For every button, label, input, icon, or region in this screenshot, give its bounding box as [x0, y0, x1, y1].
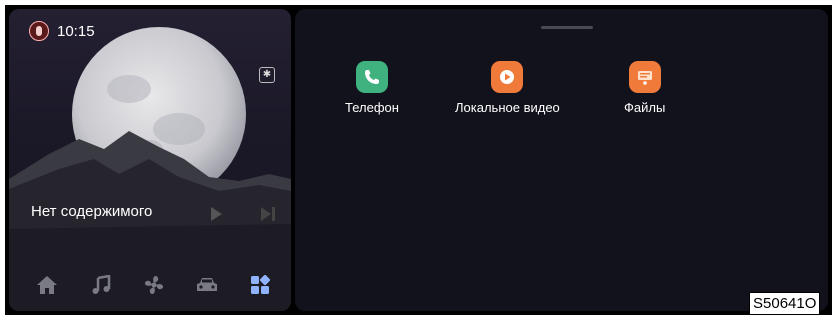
app-label: Телефон: [345, 100, 399, 115]
fan-icon: [144, 275, 164, 295]
app-local-video[interactable]: Локальное видео: [455, 61, 560, 115]
media-title: Нет содержимого: [31, 203, 153, 220]
play-button[interactable]: [211, 207, 222, 221]
bluetooth-icon: ✱: [259, 67, 275, 83]
dock-vehicle-button[interactable]: [195, 273, 219, 297]
app-phone[interactable]: Телефон: [345, 61, 399, 115]
app-label: Локальное видео: [455, 100, 560, 115]
moon-mountain-wallpaper: [9, 27, 291, 311]
dock-climate-button[interactable]: [142, 273, 166, 297]
music-icon: [92, 275, 111, 294]
dock-music-button[interactable]: [89, 273, 113, 297]
clock: 10:15: [57, 22, 95, 40]
dock-apps-button[interactable]: [248, 273, 272, 297]
app-launcher-panel: Телефон Локальное видео Файлы: [295, 9, 828, 311]
next-track-button[interactable]: [261, 207, 277, 221]
brand-logo-icon: [29, 21, 49, 41]
left-media-panel: 10:15 ✱ Нет содержимого: [9, 9, 291, 311]
bottom-dock: [9, 269, 291, 301]
files-icon: [628, 61, 661, 93]
video-icon: [491, 61, 524, 93]
phone-icon: [355, 61, 388, 93]
dock-home-button[interactable]: [35, 273, 59, 297]
car-icon: [197, 278, 217, 291]
figure-code: S50641O: [749, 292, 821, 315]
app-files[interactable]: Файлы: [624, 61, 665, 115]
infotainment-screen: 10:15 ✱ Нет содержимого Телефон Локально…: [5, 5, 832, 315]
status-bar: 10:15: [29, 21, 95, 41]
home-icon: [37, 276, 57, 294]
app-label: Файлы: [624, 100, 666, 115]
apps-icon: [251, 275, 270, 294]
drag-handle[interactable]: [541, 26, 593, 29]
